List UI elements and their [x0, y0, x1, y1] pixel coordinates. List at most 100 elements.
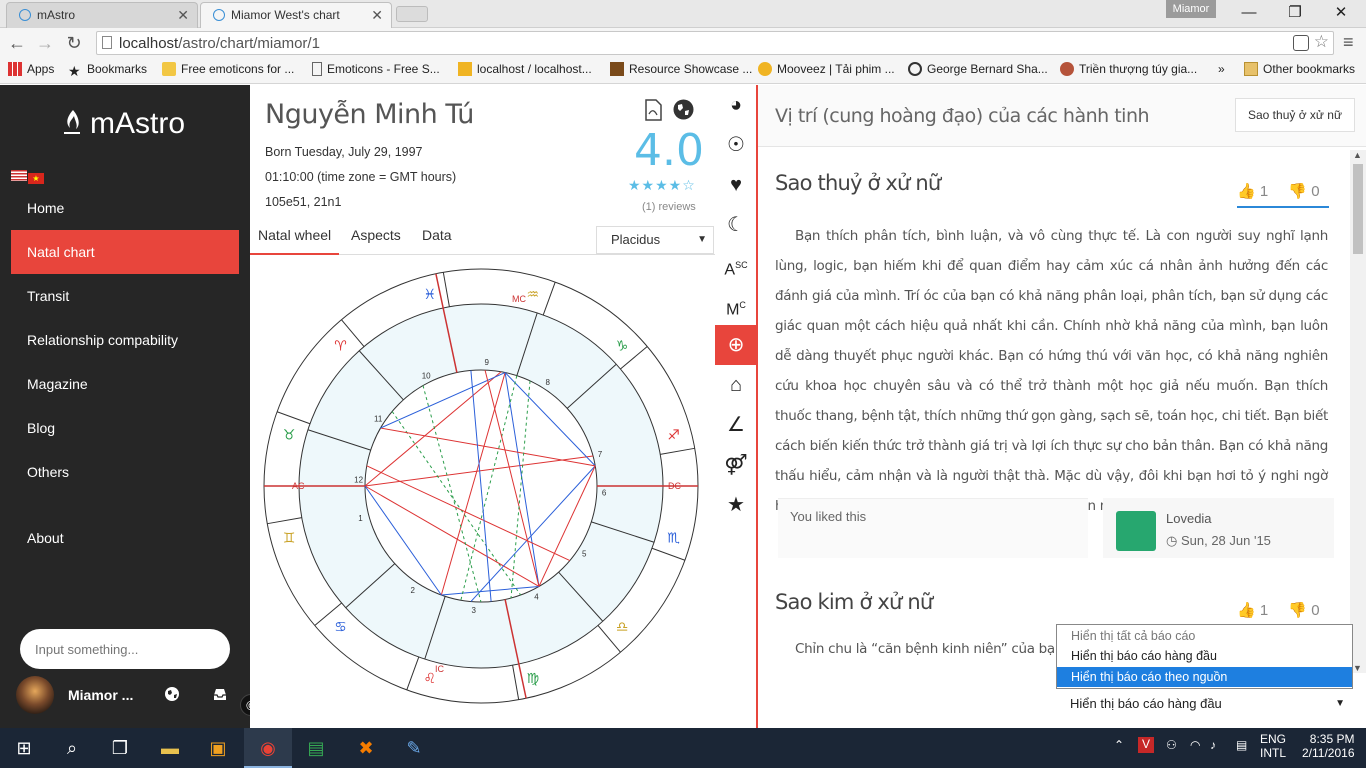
close-window-icon[interactable]: ✕ — [1318, 2, 1364, 24]
avatar[interactable] — [16, 676, 54, 714]
dashboard-icon[interactable]: ◕ — [715, 85, 757, 125]
scroll-up-icon[interactable]: ▲ — [1353, 150, 1362, 160]
midheaven-icon[interactable]: MC — [715, 285, 757, 325]
report-filter-select[interactable]: Hiển thị báo cáo hàng đầu ▼ — [1056, 690, 1353, 718]
windows-start-icon[interactable]: ⊞ — [0, 728, 48, 768]
planets-icon[interactable]: ⊕ — [715, 325, 757, 365]
scroll-down-icon[interactable]: ▼ — [1353, 663, 1362, 673]
option-reports-by-source[interactable]: Hiển thị báo cáo theo nguồn — [1057, 667, 1352, 687]
bookmark-resource-showcase[interactable]: Resource Showcase ... — [610, 62, 752, 76]
xampp-icon[interactable]: ✖ — [342, 728, 390, 768]
thumbs-down-icon[interactable]: 👎 — [1288, 183, 1307, 200]
nav-others[interactable]: Others — [11, 450, 239, 494]
nav-transit[interactable]: Transit — [11, 274, 239, 318]
bookmark-other[interactable]: Other bookmarks — [1244, 62, 1355, 76]
option-all-reports[interactable]: Hiển thị tất cả báo cáo — [1057, 626, 1352, 646]
thumbs-up-icon[interactable]: 👍 — [1237, 602, 1256, 619]
bookmark-localhost[interactable]: localhost / localhost... — [458, 62, 592, 76]
profile-chip[interactable]: Miamor — [1166, 0, 1216, 18]
search-input[interactable] — [20, 629, 230, 669]
media-player-icon[interactable]: ▣ — [194, 728, 242, 768]
review-count[interactable]: (1) reviews — [642, 201, 696, 213]
language-indicator[interactable]: ENG INTL — [1260, 732, 1286, 760]
page-icon — [312, 62, 322, 76]
task-view-icon[interactable]: ❐ — [96, 728, 144, 768]
aspect-angle-icon[interactable]: ∠ — [715, 405, 757, 445]
more-bookmarks-button[interactable]: » — [1218, 62, 1225, 76]
ascendant-icon[interactable]: ASC — [715, 245, 757, 285]
reload-icon[interactable]: ↻ — [63, 32, 85, 54]
star-icon[interactable]: ★ — [715, 485, 757, 525]
people-icon[interactable]: ⚇ — [1166, 738, 1177, 752]
moon-icon[interactable]: ☾ — [715, 205, 757, 245]
rating-stars[interactable]: ★★★★☆ — [628, 177, 696, 194]
user-name[interactable]: Miamor ... — [68, 687, 133, 703]
nav-about[interactable]: About — [11, 516, 239, 560]
nav-blog[interactable]: Blog — [11, 406, 239, 450]
url-field[interactable]: localhost/astro/chart/miamor/1 ☆ — [96, 31, 1334, 55]
heart-icon[interactable]: ♥ — [715, 165, 757, 205]
clock[interactable]: 8:35 PM 2/11/2016 — [1302, 732, 1355, 760]
selected-filter: Hiển thị báo cáo hàng đầu — [1070, 696, 1222, 711]
globe-icon[interactable] — [164, 686, 180, 702]
chrome-menu-icon[interactable]: ≡ — [1343, 32, 1354, 53]
planet-filter-button[interactable]: Sao thuỷ ở xử nữ — [1235, 98, 1355, 132]
extension-icon[interactable] — [1293, 35, 1309, 51]
bookmark-george-bernard[interactable]: George Bernard Sha... — [908, 62, 1048, 76]
pdf-icon[interactable] — [644, 99, 662, 121]
bookmark-star-icon[interactable]: ☆ — [1314, 32, 1329, 52]
post-date-text: Sun, 28 Jun '15 — [1180, 533, 1271, 548]
bookmark-free-emoticons[interactable]: Free emoticons for ... — [162, 62, 294, 76]
tab-data[interactable]: Data — [414, 225, 460, 255]
wifi-icon[interactable]: ◠ — [1190, 738, 1200, 752]
english-flag-icon[interactable] — [11, 170, 27, 181]
gender-icon[interactable]: ⚤ — [715, 445, 757, 485]
url-text: localhost/astro/chart/miamor/1 — [119, 35, 320, 52]
option-top-reports[interactable]: Hiển thị báo cáo hàng đầu — [1057, 646, 1352, 666]
tab-mastro[interactable]: mAstro ✕ — [6, 2, 198, 28]
back-icon[interactable]: ← — [6, 32, 28, 54]
file-explorer-icon[interactable]: ▬ — [146, 728, 194, 768]
thumbs-down-icon[interactable]: 👎 — [1288, 602, 1307, 619]
thumbs-up-icon[interactable]: 👍 — [1237, 183, 1256, 200]
brand-logo[interactable]: mAstro — [62, 107, 185, 141]
forward-icon[interactable]: → — [34, 32, 56, 54]
search-icon[interactable]: ⌕ — [48, 728, 96, 768]
natal-wheel[interactable]: AC DC MC IC 123456789101112♓♈♉♊♋♌ ♍♎♏♐♑♒ — [262, 267, 702, 707]
house-icon[interactable]: ⌂ — [715, 365, 757, 405]
tab-aspects[interactable]: Aspects — [343, 225, 409, 255]
vietnam-flag-icon[interactable]: ★ — [28, 173, 44, 184]
tab-natal-wheel[interactable]: Natal wheel — [250, 225, 340, 255]
inbox-icon[interactable] — [212, 686, 228, 702]
nav-magazine[interactable]: Magazine — [11, 362, 239, 406]
bookmark-emoticons[interactable]: Emoticons - Free S... — [312, 62, 440, 76]
bookmark-mooveez[interactable]: Mooveez | Tải phim ... — [758, 62, 895, 76]
bookmarks-bar: Apps ★ Bookmarks Free emoticons for ... E… — [0, 58, 1366, 84]
tab-chart[interactable]: Miamor West's chart ✕ — [200, 2, 392, 28]
minimize-icon[interactable]: — — [1226, 2, 1272, 24]
chrome-icon[interactable]: ◉ — [244, 728, 292, 768]
author-avatar[interactable] — [1116, 511, 1156, 551]
bookmark-apps[interactable]: Apps — [8, 62, 54, 76]
globe-icon[interactable] — [673, 99, 694, 120]
bookmark-bookmarks[interactable]: ★ Bookmarks — [68, 62, 147, 78]
volume-icon[interactable]: ♪ — [1210, 738, 1216, 752]
spreadsheet-icon[interactable]: ▤ — [292, 728, 340, 768]
bookmark-trien-thuong[interactable]: Triền thượng túy gia... — [1060, 62, 1197, 76]
new-tab-button[interactable] — [396, 6, 428, 22]
author-name[interactable]: Lovedia — [1166, 511, 1212, 526]
sun-icon[interactable]: ☉ — [715, 125, 757, 165]
nav-natal-chart[interactable]: Natal chart — [11, 230, 239, 274]
scroll-thumb[interactable] — [1353, 164, 1363, 254]
notifications-icon[interactable]: ▤ — [1236, 738, 1247, 752]
tray-up-icon[interactable]: ⌃ — [1114, 738, 1124, 752]
close-tab-icon[interactable]: ✕ — [177, 3, 189, 27]
nav-home[interactable]: Home — [11, 186, 239, 230]
restore-icon[interactable]: ❐ — [1272, 2, 1318, 24]
close-tab-icon[interactable]: ✕ — [371, 3, 383, 27]
nav-relationship[interactable]: Relationship compability — [11, 318, 239, 362]
report-scrollbar[interactable]: ▲ ▼ — [1350, 150, 1366, 673]
antivirus-icon[interactable]: V — [1138, 737, 1154, 753]
paint-icon[interactable]: ✎ — [390, 728, 438, 768]
house-system-select[interactable]: Placidus ▼ — [596, 226, 714, 254]
